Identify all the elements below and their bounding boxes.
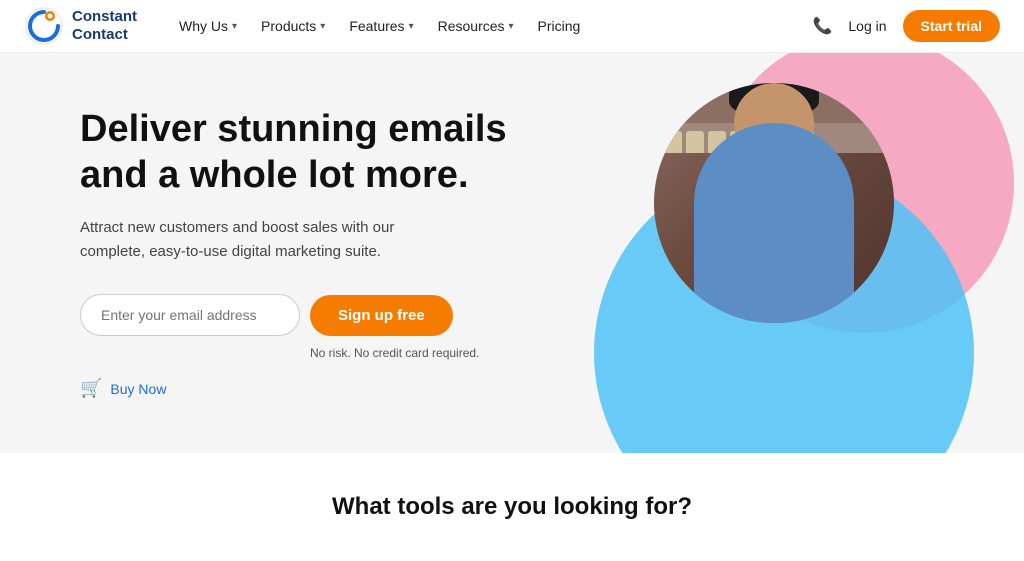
cart-icon: 🛒 bbox=[80, 378, 102, 399]
phone-icon[interactable]: 📞 bbox=[812, 16, 832, 36]
navbar: Constant Contact Why Us ▾ Products ▾ Fea… bbox=[0, 0, 1024, 53]
jar-item bbox=[686, 131, 704, 153]
buy-now-link[interactable]: 🛒 Buy Now bbox=[80, 378, 560, 399]
hero-subtitle: Attract new customers and boost sales wi… bbox=[80, 216, 460, 264]
bottom-section: What tools are you looking for? bbox=[0, 453, 1024, 561]
signup-button[interactable]: Sign up free bbox=[310, 295, 453, 336]
signup-form: Sign up free bbox=[80, 294, 560, 336]
email-input[interactable] bbox=[80, 294, 300, 336]
start-trial-button[interactable]: Start trial bbox=[903, 10, 1000, 42]
chevron-down-icon: ▾ bbox=[409, 21, 414, 32]
logo-icon bbox=[24, 6, 64, 46]
jar-item bbox=[664, 131, 682, 153]
nav-links: Why Us ▾ Products ▾ Features ▾ Resources… bbox=[169, 12, 812, 40]
nav-item-why-us[interactable]: Why Us ▾ bbox=[169, 12, 247, 40]
nav-item-resources[interactable]: Resources ▾ bbox=[428, 12, 524, 40]
nav-item-pricing[interactable]: Pricing bbox=[528, 12, 591, 40]
hero-title: Deliver stunning emails and a whole lot … bbox=[80, 107, 560, 198]
nav-item-products[interactable]: Products ▾ bbox=[251, 12, 335, 40]
nav-right: 📞 Log in Start trial bbox=[812, 10, 1000, 42]
buy-now-label: Buy Now bbox=[110, 381, 166, 397]
logo-text: Constant Contact bbox=[72, 8, 137, 44]
person-body bbox=[694, 123, 854, 323]
no-risk-text: No risk. No credit card required. bbox=[310, 346, 560, 360]
bottom-title: What tools are you looking for? bbox=[0, 493, 1024, 521]
chevron-down-icon: ▾ bbox=[320, 21, 325, 32]
hero-section: Deliver stunning emails and a whole lot … bbox=[0, 53, 1024, 453]
login-link[interactable]: Log in bbox=[848, 18, 886, 34]
chevron-down-icon: ▾ bbox=[509, 21, 514, 32]
chevron-down-icon: ▾ bbox=[232, 21, 237, 32]
hero-left: Deliver stunning emails and a whole lot … bbox=[80, 107, 560, 399]
hero-image-area bbox=[534, 53, 1024, 453]
logo[interactable]: Constant Contact bbox=[24, 6, 137, 46]
nav-item-features[interactable]: Features ▾ bbox=[339, 12, 423, 40]
hero-person bbox=[654, 83, 894, 323]
hero-photo-circle bbox=[654, 83, 894, 323]
